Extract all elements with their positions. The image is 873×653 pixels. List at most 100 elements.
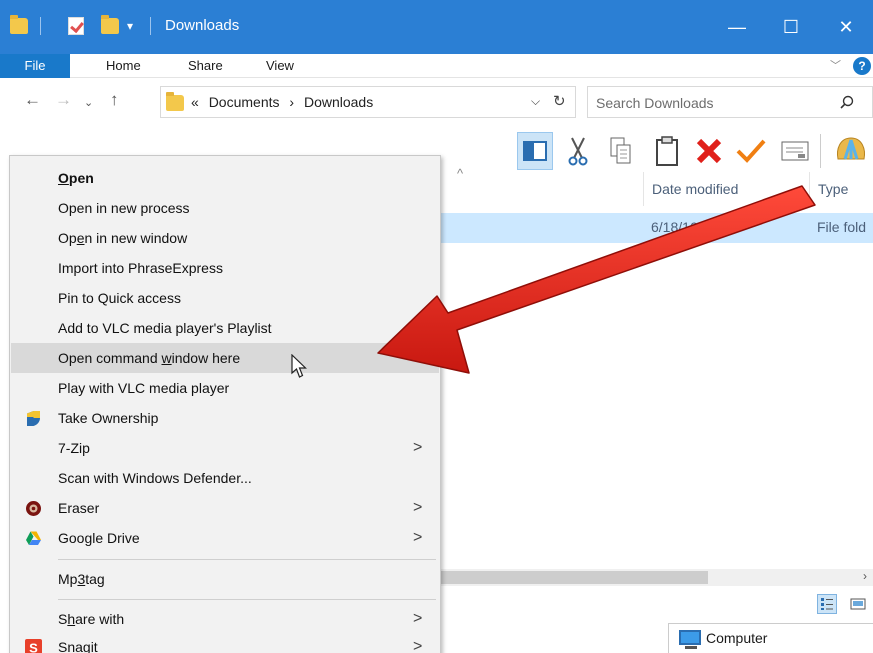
separator (40, 14, 41, 38)
up-arrow-icon[interactable]: ↑ (110, 90, 119, 110)
menu-item-open-in-new-window[interactable]: Open in new window (11, 223, 439, 253)
menu-item-label: Open command window here (58, 350, 241, 366)
search-icon[interactable] (840, 95, 854, 109)
breadcrumb-overflow[interactable]: « (191, 94, 199, 110)
tab-file[interactable]: File (0, 54, 70, 78)
menu-item-pin-to-quick-access[interactable]: Pin to Quick access (11, 283, 439, 313)
folder-icon (166, 92, 184, 111)
menu-item-eraser[interactable]: Eraser > (11, 493, 439, 523)
ribbon-tabs: File Home Share View ﹀ ? (0, 54, 873, 78)
breadcrumb-separator[interactable]: › (289, 94, 294, 110)
row-type: File fold (817, 219, 867, 235)
menu-item-open[interactable]: Open (11, 163, 439, 193)
shell-icon[interactable] (828, 132, 873, 170)
menu-item-google-drive[interactable]: Google Drive > (11, 523, 439, 553)
tab-home[interactable]: Home (106, 54, 141, 78)
menu-item-label: Scan with Windows Defender... (58, 470, 252, 486)
menu-item-scan-with-windows-defender[interactable]: Scan with Windows Defender... (11, 463, 439, 493)
menu-item-7zip[interactable]: 7-Zip > (11, 433, 439, 463)
tab-view[interactable]: View (266, 54, 294, 78)
shield-icon (27, 411, 40, 426)
cut-icon[interactable] (563, 132, 593, 170)
column-header-date-modified[interactable]: Date modified (652, 172, 738, 206)
address-dropdown-icon[interactable]: ⌵ (531, 94, 540, 109)
menu-item-play-with-vlc[interactable]: Play with VLC media player (11, 373, 439, 403)
menu-item-take-ownership[interactable]: Take Ownership (11, 403, 439, 433)
computer-label: Computer (706, 630, 768, 646)
menu-separator (58, 599, 436, 600)
context-menu: Open Open in new process Open in new win… (9, 155, 441, 653)
address-bar[interactable]: « Documents › Downloads ⌵ ↻ (160, 86, 576, 118)
menu-item-label: Open in new process (58, 200, 190, 216)
column-header-type[interactable]: Type (818, 172, 848, 206)
menu-item-label: Share with (58, 611, 125, 627)
menu-item-label: Google Drive (58, 530, 140, 546)
new-folder-quick-access-icon[interactable] (101, 14, 119, 38)
folder-icon (10, 14, 28, 38)
refresh-icon[interactable]: ↻ (553, 92, 566, 110)
large-icons-view-icon[interactable] (848, 594, 868, 614)
menu-item-snagit[interactable]: S Snagit > (11, 632, 439, 653)
properties-quick-access-icon[interactable] (68, 14, 84, 38)
menu-item-share-with[interactable]: Share with > (11, 604, 439, 634)
search-input[interactable] (596, 93, 816, 113)
forward-arrow-icon[interactable]: → (55, 90, 72, 110)
snagit-icon: S (25, 639, 42, 653)
separator (820, 134, 821, 168)
scroll-right-icon[interactable]: › (863, 569, 867, 583)
back-arrow-icon[interactable]: ← (24, 90, 41, 110)
eraser-icon (26, 501, 41, 516)
breadcrumb-documents[interactable]: Documents (209, 94, 280, 110)
menu-item-open-command-window-here[interactable]: Open command window here (11, 343, 439, 373)
properties-icon[interactable] (778, 132, 812, 170)
computer-icon (679, 630, 701, 649)
breadcrumb-downloads[interactable]: Downloads (304, 94, 373, 110)
menu-item-add-to-vlc-playlist[interactable]: Add to VLC media player's Playlist (11, 313, 439, 343)
expand-ribbon-icon[interactable]: ﹀ (830, 54, 841, 78)
column-separator[interactable] (809, 172, 810, 206)
maximize-button[interactable]: ☐ (764, 0, 818, 54)
menu-item-import-into-phraseexpress[interactable]: Import into PhraseExpress (11, 253, 439, 283)
scrollbar-thumb[interactable] (437, 571, 708, 584)
sort-ascending-icon: ^ (457, 166, 464, 181)
preview-pane-icon (523, 141, 547, 161)
delete-icon[interactable] (692, 132, 726, 170)
submenu-arrow-icon: > (413, 499, 423, 516)
menu-separator (58, 559, 436, 560)
breadcrumb: « Documents › Downloads (191, 94, 373, 110)
search-box[interactable] (587, 86, 873, 118)
menu-item-label: Eraser (58, 500, 100, 516)
preview-pane-button[interactable] (517, 132, 553, 170)
menu-item-label: Open in new window (58, 230, 188, 246)
computer-item[interactable]: Computer (668, 623, 873, 653)
details-view-icon[interactable] (817, 594, 837, 614)
close-button[interactable]: ✕ (819, 0, 873, 54)
separator (150, 14, 151, 38)
checkmark-icon[interactable] (733, 132, 769, 170)
submenu-arrow-icon: > (413, 529, 423, 546)
minimize-button[interactable]: — (710, 0, 764, 54)
menu-item-mp3tag[interactable]: Mp3tag (11, 564, 439, 594)
paste-icon[interactable] (651, 132, 683, 170)
tab-share[interactable]: Share (188, 54, 223, 78)
copy-icon[interactable] (606, 132, 636, 170)
table-row[interactable]: 6/18/16 File fold (437, 213, 873, 243)
row-date-modified: 6/18/16 (651, 219, 698, 235)
google-drive-icon (26, 531, 41, 545)
column-separator[interactable] (643, 172, 644, 206)
mouse-cursor-icon (291, 354, 307, 378)
menu-item-open-in-new-process[interactable]: Open in new process (11, 193, 439, 223)
customize-quick-access-icon[interactable]: ▾ (127, 14, 133, 38)
svg-text:S: S (29, 641, 38, 653)
menu-item-label: Open (58, 170, 94, 186)
menu-item-label: Add to VLC media player's Playlist (58, 320, 272, 336)
horizontal-scrollbar[interactable] (437, 569, 873, 586)
recent-locations-icon[interactable]: ⌄ (84, 96, 93, 109)
help-icon[interactable]: ? (853, 57, 871, 75)
menu-item-label: Mp3tag (58, 571, 105, 587)
submenu-arrow-icon: > (413, 439, 423, 456)
menu-item-label: Take Ownership (58, 410, 159, 426)
submenu-arrow-icon: > (413, 638, 423, 653)
submenu-arrow-icon: > (413, 610, 423, 627)
menu-item-label: Import into PhraseExpress (58, 260, 223, 276)
